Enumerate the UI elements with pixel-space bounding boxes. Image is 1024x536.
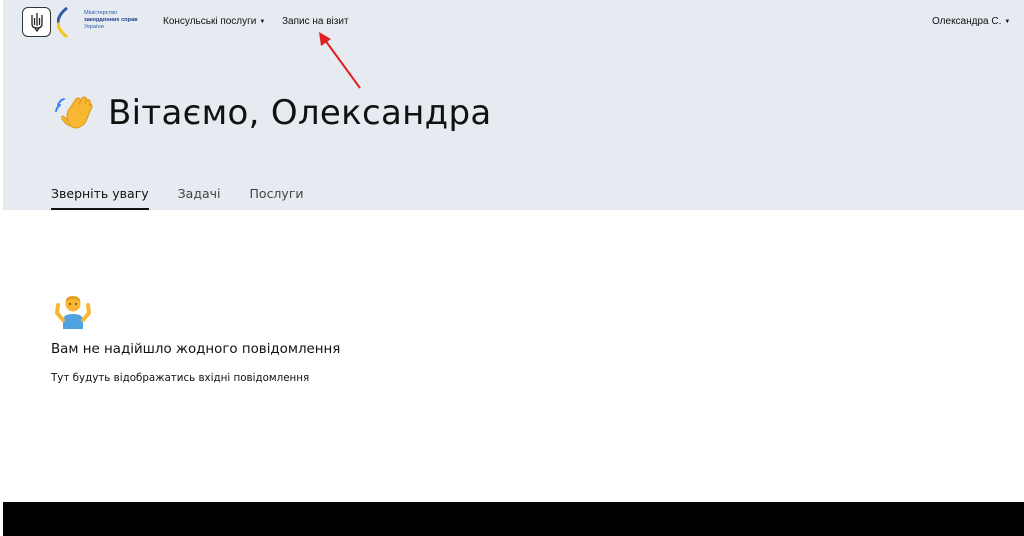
ministry-logo[interactable]: Міністерство закордонних справ України [22, 7, 142, 39]
logo-line-2: закордонних справ [84, 17, 138, 23]
nav-appointment-label: Запис на візит [282, 16, 349, 27]
tab-services[interactable]: Послуги [250, 186, 304, 210]
empty-state: Вам не надійшло жодного повідомлення Тут… [51, 293, 340, 384]
logo-text: Міністерство закордонних справ України [84, 10, 164, 31]
user-menu[interactable]: Олександра С. ▼ [932, 16, 1010, 27]
header-section: Міністерство закордонних справ України К… [3, 0, 1024, 210]
logo-line-3: України [84, 24, 104, 30]
nav-consular-services[interactable]: Консульські послуги ▼ [163, 16, 265, 27]
tab-tasks[interactable]: Задачі [178, 186, 221, 210]
footer [3, 502, 1024, 536]
nav-consular-services-label: Консульські послуги [163, 16, 257, 27]
empty-state-description: Тут будуть відображатись вхідні повідомл… [51, 372, 310, 384]
nav-appointment[interactable]: Запис на візит [282, 16, 349, 27]
user-name: Олександра С. [932, 16, 1002, 27]
greeting: Вітаємо, Олександра [54, 91, 491, 135]
tab-attention[interactable]: Зверніть увагу [51, 186, 149, 210]
logo-line-1: Міністерство [84, 10, 118, 16]
tabs: Зверніть увагу Задачі Послуги [51, 186, 333, 210]
page-title: Вітаємо, Олександра [108, 93, 492, 133]
top-navigation: Міністерство закордонних справ України К… [3, 0, 1024, 46]
person-shrugging-icon [54, 296, 92, 329]
waving-hand-icon [55, 96, 93, 129]
caret-down-icon: ▼ [259, 18, 266, 25]
logo-arc-icon [57, 7, 68, 38]
empty-state-title: Вам не надійшло жодного повідомлення [51, 342, 341, 357]
trident-icon [22, 7, 51, 37]
caret-down-icon: ▼ [1004, 18, 1011, 25]
